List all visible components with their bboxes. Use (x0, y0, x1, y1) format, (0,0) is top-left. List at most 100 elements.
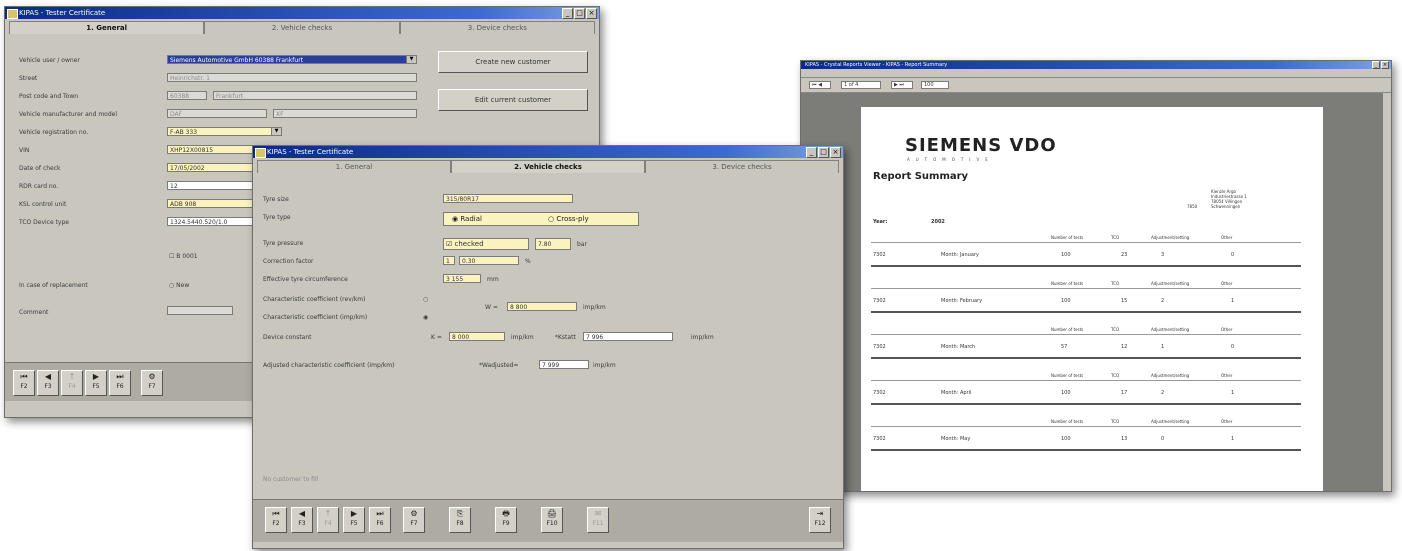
circumference-field[interactable]: 3 155 (443, 274, 481, 283)
zoom-select[interactable]: 100 (921, 81, 949, 89)
next-record-button[interactable]: ▶ F5 (343, 507, 365, 533)
label-adjusted-coef: Adjusted characteristic coefficient (imp… (263, 362, 395, 369)
tab-vehicle-checks[interactable]: 2. Vehicle checks (204, 21, 400, 34)
prev-icon: ◀ (298, 509, 306, 518)
checkbox-b0001-label: B 0001 (176, 253, 198, 260)
radio-crossply[interactable]: ○ Cross-ply (548, 215, 589, 223)
coef-rev-radio[interactable]: ○ (423, 296, 428, 303)
close-icon[interactable]: × (1381, 61, 1389, 69)
last-record-button[interactable]: ⏭ F6 (109, 370, 131, 396)
tco-field[interactable]: 1324.5440.520/1.0 (167, 217, 257, 226)
coef-imp-radio[interactable]: ◉ (423, 314, 428, 321)
window-vehicle-checks: KIPAS - Tester Certificate _ □ × 1. Gene… (252, 145, 844, 549)
first-record-button[interactable]: ⏮ F2 (265, 507, 287, 533)
report-cell: 1 (1231, 298, 1235, 304)
up-button[interactable]: ↑ F4 (61, 370, 83, 396)
window-vehicle-titlebar[interactable]: KIPAS - Tester Certificate _ □ × (253, 146, 843, 158)
nav-first-button[interactable]: ⏮ ◀ (809, 81, 831, 89)
report-col-header: Other (1221, 281, 1233, 286)
radio-new[interactable]: ○ New (169, 282, 189, 289)
report-col-header: Number of tests (1051, 235, 1084, 240)
settings-button[interactable]: ⚙ F7 (403, 507, 425, 533)
w-unit: imp/km (583, 304, 606, 311)
manufacturer-field[interactable]: DAF (167, 109, 267, 118)
close-icon[interactable]: × (586, 8, 597, 19)
k-field[interactable]: 8 000 (449, 332, 505, 341)
ksl-field[interactable]: ADB 908 (167, 199, 257, 208)
fkey-label: F4 (68, 383, 76, 390)
edit-customer-button[interactable]: Edit current customer (438, 89, 588, 111)
ktarif-unit: imp/km (691, 334, 714, 341)
prev-record-button[interactable]: ◀ F3 (37, 370, 59, 396)
tab-device-checks[interactable]: 3. Device checks (399, 21, 595, 34)
page-indicator[interactable]: 1 of 4 (841, 81, 881, 89)
minimize-icon[interactable]: _ (562, 8, 573, 19)
print-preview-button[interactable]: 🖶 F9 (495, 507, 517, 533)
fkey-label: F12 (814, 520, 826, 527)
maximize-icon[interactable]: □ (818, 147, 829, 158)
mail-button[interactable]: ✉ F11 (587, 507, 609, 533)
last-icon: ⏭ (376, 509, 384, 518)
report-titlebar[interactable]: KIPAS - Crystal Reports Viewer - KIPAS -… (801, 61, 1391, 69)
report-cell: 12 (1121, 344, 1128, 350)
report-window-title: KIPAS - Crystal Reports Viewer - KIPAS -… (805, 62, 948, 68)
report-scrollbar[interactable] (1383, 93, 1391, 491)
town-field[interactable]: Frankfurt (213, 91, 417, 100)
first-record-button[interactable]: ⏮ F2 (13, 370, 35, 396)
comment-field[interactable] (167, 306, 233, 315)
tab-general[interactable]: 1. General (257, 160, 451, 173)
ktarif-field[interactable]: 7 996 (583, 332, 673, 341)
pressure-checkbox[interactable]: ☑ checked (443, 238, 529, 250)
minimize-icon[interactable]: _ (1372, 61, 1380, 69)
minimize-icon[interactable]: _ (806, 147, 817, 158)
report-divider (871, 426, 1301, 427)
model-field[interactable]: XF (273, 109, 417, 118)
window-general-titlebar[interactable]: KIPAS - Tester Certificate _ □ × (5, 7, 599, 19)
next-record-button[interactable]: ▶ F5 (85, 370, 107, 396)
radio-radial[interactable]: ◉ Radial (452, 215, 482, 223)
prev-record-button[interactable]: ◀ F3 (291, 507, 313, 533)
wadj-field[interactable]: 7 999 (539, 360, 589, 369)
chevron-down-icon[interactable]: ▼ (406, 56, 416, 63)
next-icon: ▶ (92, 372, 100, 381)
label-circumference: Effective tyre circumference (263, 276, 348, 283)
fkey-label: F6 (376, 520, 384, 527)
correction-a-field[interactable]: 1 (443, 256, 455, 265)
year-value: 2002 (931, 219, 945, 225)
street-field[interactable]: Heinrichstr. 1 (167, 73, 417, 82)
last-record-button[interactable]: ⏭ F6 (369, 507, 391, 533)
chevron-down-icon[interactable]: ▼ (271, 128, 281, 135)
exit-button[interactable]: ⇥ F12 (809, 507, 831, 533)
maximize-icon[interactable]: □ (574, 8, 585, 19)
print-button[interactable]: 🖨 F10 (541, 507, 563, 533)
correction-b-field[interactable]: 0.30 (459, 256, 519, 265)
vin-field[interactable]: XHP12X00815 (167, 145, 257, 154)
w-field[interactable]: 8 800 (507, 302, 577, 311)
close-icon[interactable]: × (830, 147, 841, 158)
settings-button[interactable]: ⚙ F7 (141, 370, 163, 396)
tab-general[interactable]: 1. General (9, 21, 205, 34)
pressure-field[interactable]: 7.80 (535, 238, 571, 250)
report-cell: 2 (1161, 298, 1165, 304)
date-field[interactable]: 17/05/2002 (167, 163, 257, 172)
report-col-header: TCO (1111, 235, 1120, 240)
report-row-code: 7302 (873, 344, 886, 350)
up-button[interactable]: ↑ F4 (317, 507, 339, 533)
checkbox-b0001[interactable]: ☐ B 0001 (169, 253, 198, 260)
registration-field[interactable]: F-AB 333 ▼ (167, 127, 282, 136)
report-cell: 57 (1061, 344, 1068, 350)
label-registration: Vehicle registration no. (19, 129, 89, 136)
tyre-size-field[interactable]: 315/80R17 (443, 194, 573, 203)
fkey-label: F11 (592, 520, 604, 527)
report-col-header: Other (1221, 373, 1233, 378)
report-divider (871, 242, 1301, 243)
copy-button[interactable]: ⎘ F8 (449, 507, 471, 533)
rdr-field[interactable]: 12 (167, 181, 257, 190)
create-customer-button[interactable]: Create new customer (438, 51, 588, 73)
post-code-field[interactable]: 60388 (167, 91, 207, 100)
next-icon: ▶ (350, 509, 358, 518)
owner-select[interactable]: Siemens Automotive GmbH 60388 Frankfurt … (167, 55, 417, 64)
tab-vehicle-checks[interactable]: 2. Vehicle checks (451, 160, 645, 173)
tab-device-checks[interactable]: 3. Device checks (645, 160, 839, 173)
nav-last-button[interactable]: ▶ ⏭ (891, 81, 913, 89)
